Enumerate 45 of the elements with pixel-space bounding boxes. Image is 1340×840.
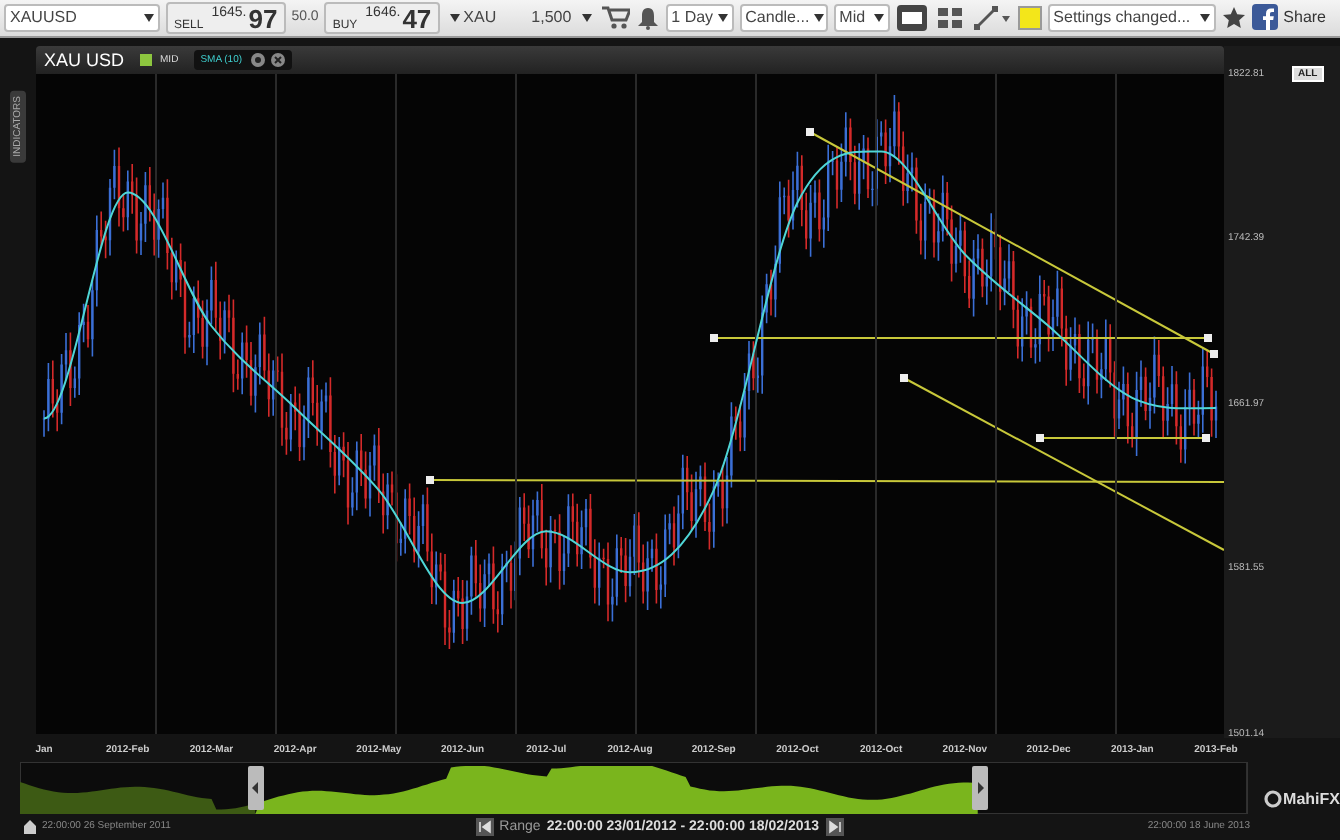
close-icon[interactable] <box>270 51 287 68</box>
trend-line[interactable] <box>809 130 1215 355</box>
caret-icon <box>449 13 460 22</box>
trend-line[interactable] <box>1039 436 1207 439</box>
series-color-icon <box>140 53 153 66</box>
interval-dropdown[interactable]: 1 Day <box>665 3 734 32</box>
trend-line-handle[interactable] <box>1202 433 1210 442</box>
trend-line-handle[interactable] <box>900 373 908 382</box>
share-button[interactable]: Share <box>1251 4 1327 31</box>
symbol-dropdown[interactable]: XAUUSD <box>4 3 160 32</box>
layout-icon[interactable] <box>933 3 966 32</box>
trend-line-handle[interactable] <box>710 333 718 342</box>
range-handle-icon[interactable] <box>972 765 988 810</box>
caret-icon <box>813 13 824 22</box>
trend-line[interactable] <box>429 478 1224 483</box>
color-swatch[interactable] <box>1017 5 1042 30</box>
settings-icon[interactable] <box>250 51 267 68</box>
trend-line-handle[interactable] <box>1036 433 1044 442</box>
line-tool-icon[interactable] <box>971 3 1012 32</box>
start-marker-icon[interactable] <box>24 819 36 834</box>
logo-icon <box>1263 790 1282 809</box>
chart-window-icon[interactable] <box>895 3 928 32</box>
trend-line-handle[interactable] <box>806 127 814 136</box>
trend-line[interactable] <box>713 336 1209 339</box>
jump-start-icon[interactable] <box>475 817 494 836</box>
caret-icon <box>873 13 884 22</box>
caret-icon <box>1199 13 1210 22</box>
unit-dropdown[interactable]: XAU <box>445 3 522 32</box>
jump-end-icon[interactable] <box>825 817 844 836</box>
price-basis-dropdown[interactable]: Mid <box>833 3 890 32</box>
quantity-field[interactable]: 1,500 <box>527 3 596 32</box>
facebook-icon <box>1251 4 1278 31</box>
range-handle-icon[interactable] <box>248 765 264 810</box>
chart-title: XAU USD <box>44 49 125 70</box>
logo-text: MahiFX <box>1283 790 1340 809</box>
star-icon[interactable] <box>1221 5 1246 30</box>
trend-line[interactable] <box>903 376 1224 551</box>
trend-line-handle[interactable] <box>426 475 434 484</box>
caret-icon <box>581 13 592 22</box>
caret-icon <box>144 13 154 22</box>
caret-icon <box>717 13 728 22</box>
bell-icon[interactable] <box>635 5 660 30</box>
settings-dropdown[interactable]: Settings changed... <box>1047 3 1216 32</box>
chart-type-dropdown[interactable]: Candle... <box>739 3 828 32</box>
cart-icon[interactable] <box>601 5 630 30</box>
